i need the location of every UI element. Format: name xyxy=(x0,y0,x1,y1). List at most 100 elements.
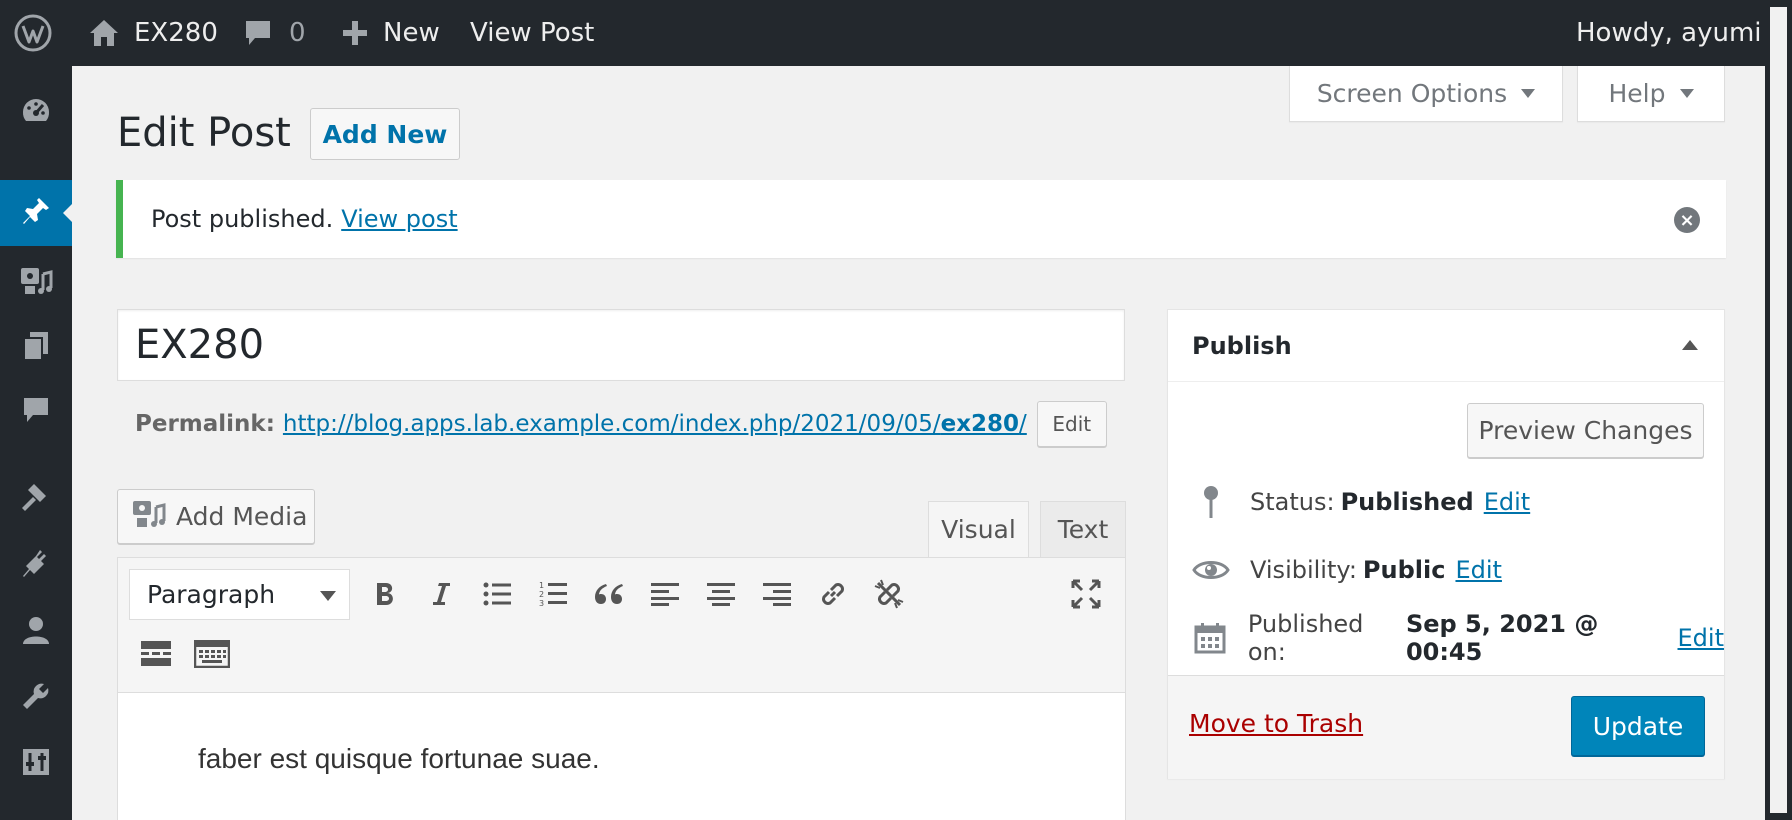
menu-pages[interactable] xyxy=(0,315,72,381)
scrollbar-thumb[interactable] xyxy=(1767,4,1790,816)
wordpress-logo-icon[interactable] xyxy=(14,0,52,66)
caret-down-icon xyxy=(1679,89,1694,98)
tab-visual[interactable]: Visual xyxy=(928,501,1029,558)
permalink-edit-button[interactable]: Edit xyxy=(1036,401,1107,447)
view-post-notice-link[interactable]: View post xyxy=(341,205,457,233)
pushpin-icon xyxy=(20,195,52,231)
visibility-label: Visibility: xyxy=(1250,556,1357,584)
numbered-list-button[interactable]: 123 xyxy=(530,571,576,617)
bold-button[interactable] xyxy=(362,571,408,617)
plugin-icon xyxy=(20,548,52,584)
help-button[interactable]: Help xyxy=(1577,66,1725,122)
bulleted-list-button[interactable] xyxy=(474,571,520,617)
align-left-icon xyxy=(651,582,679,606)
comments-link[interactable]: 0 xyxy=(243,0,306,66)
pages-icon xyxy=(21,330,51,366)
edit-visibility-link[interactable]: Edit xyxy=(1455,556,1501,584)
insert-link-button[interactable] xyxy=(810,571,856,617)
align-center-button[interactable] xyxy=(698,571,744,617)
howdy-text: Howdy, ayumi xyxy=(1576,18,1762,48)
keyboard-icon xyxy=(194,640,230,668)
format-selected-value: Paragraph xyxy=(147,580,276,609)
tab-text[interactable]: Text xyxy=(1040,501,1126,558)
svg-text:1: 1 xyxy=(539,581,544,590)
add-new-button[interactable]: Add New xyxy=(310,108,460,160)
post-title-input[interactable] xyxy=(117,309,1125,381)
menu-settings[interactable] xyxy=(0,731,72,797)
align-right-button[interactable] xyxy=(754,571,800,617)
published-on-value: Sep 5, 2021 @ 00:45 xyxy=(1405,610,1599,666)
add-media-label: Add Media xyxy=(176,502,308,531)
paintbrush-icon xyxy=(20,481,52,517)
add-media-button[interactable]: Add Media xyxy=(117,489,315,544)
align-left-button[interactable] xyxy=(642,571,688,617)
published-on-label: Published on: xyxy=(1247,610,1364,666)
editor-content[interactable]: faber est quisque fortunae suae. xyxy=(198,743,600,775)
edit-status-link[interactable]: Edit xyxy=(1484,488,1530,516)
settings-sliders-icon xyxy=(21,747,51,781)
post-editor: Paragraph 123 faber est quisque fortunae… xyxy=(117,557,1126,820)
read-more-button[interactable] xyxy=(133,631,179,677)
plus-icon xyxy=(341,19,369,47)
calendar-icon xyxy=(1192,622,1228,654)
menu-users[interactable] xyxy=(0,599,72,665)
italic-icon xyxy=(431,581,451,607)
help-label: Help xyxy=(1608,79,1666,108)
my-account-link[interactable]: Howdy, ayumi xyxy=(1576,0,1762,66)
caret-down-icon xyxy=(1521,89,1536,98)
published-on-row: Published on: Sep 5, 2021 @ 00:45 Edit xyxy=(1192,610,1724,666)
add-media-icon xyxy=(132,499,166,535)
collapse-arrow-icon[interactable] xyxy=(1682,340,1698,350)
permalink-link[interactable]: http://blog.apps.lab.example.com/index.p… xyxy=(283,411,1027,437)
update-button[interactable]: Update xyxy=(1571,696,1705,756)
align-center-icon xyxy=(707,582,735,606)
permalink-trail: / xyxy=(1019,411,1027,437)
menu-appearance[interactable] xyxy=(0,466,72,532)
post-status-row: Status: Published Edit xyxy=(1192,479,1530,525)
home-icon xyxy=(88,18,120,48)
preview-changes-button[interactable]: Preview Changes xyxy=(1467,403,1704,458)
distraction-free-button[interactable] xyxy=(1063,571,1109,617)
new-label: New xyxy=(383,18,440,48)
page-scrollbar[interactable] xyxy=(1765,0,1792,820)
format-select[interactable]: Paragraph xyxy=(129,569,350,620)
move-to-trash-link[interactable]: Move to Trash xyxy=(1189,709,1363,738)
view-post-link[interactable]: View Post xyxy=(470,0,594,66)
menu-plugins[interactable] xyxy=(0,533,72,599)
comment-icon xyxy=(243,18,273,48)
link-icon xyxy=(817,578,849,610)
comments-count: 0 xyxy=(289,18,306,48)
menu-tools[interactable] xyxy=(0,665,72,731)
post-published-notice: Post published. View post × xyxy=(116,180,1726,258)
chevron-down-icon xyxy=(320,591,336,601)
status-label: Status: xyxy=(1250,488,1335,516)
menu-comments[interactable] xyxy=(0,379,72,445)
view-post-label: View Post xyxy=(470,18,595,48)
blockquote-button[interactable] xyxy=(586,571,632,617)
screen-options-label: Screen Options xyxy=(1316,79,1508,108)
menu-dashboard[interactable] xyxy=(0,80,72,146)
unlink-button[interactable] xyxy=(866,571,912,617)
italic-button[interactable] xyxy=(418,571,464,617)
menu-media[interactable] xyxy=(0,249,72,315)
align-right-icon xyxy=(763,582,791,606)
dismiss-icon[interactable]: × xyxy=(1674,207,1700,233)
permalink-row: Permalink: http://blog.apps.lab.example.… xyxy=(135,400,1107,448)
permalink-slug: ex280 xyxy=(940,411,1020,437)
svg-text:2: 2 xyxy=(539,590,544,599)
site-home-link[interactable]: EX280 xyxy=(88,0,218,66)
new-content-link[interactable]: New xyxy=(341,0,440,66)
wrench-icon xyxy=(20,680,52,716)
bold-icon xyxy=(374,581,396,607)
bulleted-list-icon xyxy=(483,582,511,606)
quote-icon xyxy=(594,582,624,606)
media-icon xyxy=(19,264,53,300)
screen-options-button[interactable]: Screen Options xyxy=(1289,66,1563,122)
menu-posts[interactable] xyxy=(0,180,72,246)
toolbar-toggle-button[interactable] xyxy=(189,631,235,677)
status-value: Published xyxy=(1340,488,1474,516)
publish-box-header[interactable]: Publish xyxy=(1168,310,1724,382)
permalink-label: Permalink: xyxy=(135,411,275,437)
fullscreen-icon xyxy=(1071,579,1101,609)
edit-date-link[interactable]: Edit xyxy=(1678,624,1724,652)
